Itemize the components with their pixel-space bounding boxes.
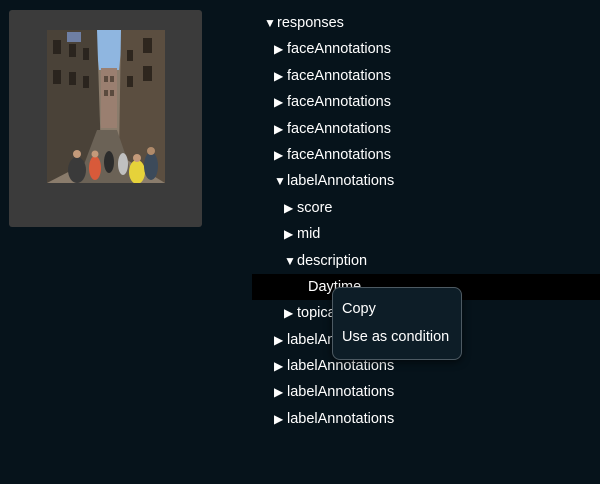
tree-node-label: score (297, 199, 333, 216)
tree-node-label: faceAnnotations (287, 120, 391, 137)
triangle-right-icon: ▶ (274, 42, 284, 57)
tree-node-responses[interactable]: ▼responses (252, 10, 600, 36)
triangle-right-icon: ▶ (274, 359, 284, 374)
tree-node-label: faceAnnotations (287, 41, 391, 58)
tree-node-mid[interactable]: ▶ mid (252, 221, 600, 247)
tree-node-label: labelAnnotations (287, 410, 395, 427)
tree-node-faceannotations[interactable]: ▶ faceAnnotations (252, 116, 600, 142)
triangle-right-icon: ▶ (274, 385, 284, 400)
tree-node-description[interactable]: ▼description (252, 248, 600, 274)
triangle-right-icon: ▶ (274, 121, 284, 136)
context-menu: Copy Use as condition (332, 287, 462, 360)
tree-node-score[interactable]: ▶ score (252, 195, 600, 221)
triangle-right-icon: ▶ (284, 306, 294, 321)
tree-node-label: faceAnnotations (287, 146, 391, 163)
triangle-right-icon: ▶ (274, 95, 284, 110)
tree-node-labelannotations[interactable]: ▼labelAnnotations (252, 168, 600, 194)
tree-node-faceannotations[interactable]: ▶ faceAnnotations (252, 142, 600, 168)
tree-node-label: labelAnnotations (287, 358, 395, 375)
tree-node-labelannotations[interactable]: ▶labelAnnotations (252, 406, 600, 432)
tree-node-label: responses (277, 15, 344, 31)
tree-node-label: labelAnnotations (287, 384, 395, 401)
triangle-right-icon: ▶ (274, 147, 284, 162)
tree-node-faceannotations[interactable]: ▶ faceAnnotations (252, 63, 600, 89)
use-as-condition-menu-item[interactable]: Use as condition (333, 323, 461, 351)
tree-node-label: labelAnnotations (287, 173, 395, 190)
triangle-down-icon: ▼ (284, 253, 296, 268)
tree-node-label: faceAnnotations (287, 67, 391, 84)
copy-menu-item[interactable]: Copy (333, 295, 461, 323)
triangle-down-icon: ▼ (264, 16, 276, 30)
tree-node-faceannotations[interactable]: ▶ faceAnnotations (252, 36, 600, 62)
image-thumbnail-panel (9, 10, 202, 227)
tree-node-label: faceAnnotations (287, 94, 391, 111)
street-photo-thumbnail (47, 30, 165, 183)
triangle-right-icon: ▶ (284, 200, 294, 215)
json-tree-view: ▼responses ▶ faceAnnotations ▶ faceAnnotat… (252, 10, 600, 432)
triangle-down-icon: ▼ (274, 174, 286, 189)
tree-node-label: description (297, 252, 368, 269)
triangle-right-icon: ▶ (284, 227, 294, 242)
tree-node-label: mid (297, 226, 321, 243)
triangle-right-icon: ▶ (274, 411, 284, 426)
triangle-right-icon: ▶ (274, 68, 284, 83)
tree-node-faceannotations[interactable]: ▶ faceAnnotations (252, 89, 600, 115)
triangle-right-icon: ▶ (274, 332, 284, 347)
tree-node-labelannotations[interactable]: ▶labelAnnotations (252, 379, 600, 405)
